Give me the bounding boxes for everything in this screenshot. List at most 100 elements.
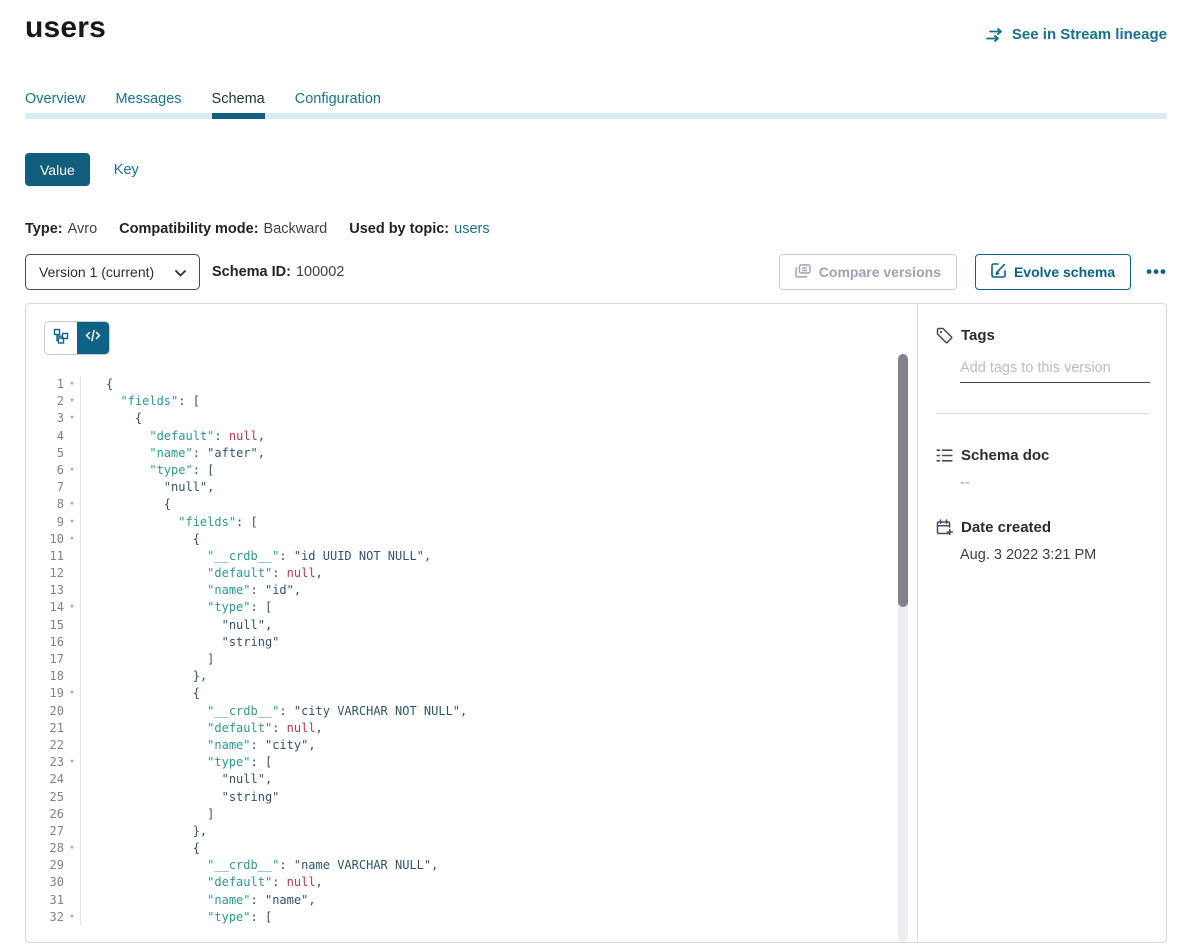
line-number: 11 <box>26 548 64 565</box>
fold-arrow-icon[interactable]: ▾ <box>64 909 81 926</box>
schema-type: Type: Avro <box>25 221 97 237</box>
code-line: 19▾ { <box>26 685 917 702</box>
fold-spacer <box>64 565 81 582</box>
code-text: "name": "id", <box>81 582 301 599</box>
line-number: 15 <box>26 617 64 634</box>
line-number: 9 <box>26 514 64 531</box>
fold-arrow-icon[interactable]: ▾ <box>64 840 81 857</box>
editor-scrollbar-thumb[interactable] <box>898 354 908 607</box>
fold-arrow-icon[interactable]: ▾ <box>64 393 81 410</box>
schema-meta-row: Type: Avro Compatibility mode: Backward … <box>25 221 1167 237</box>
schema-id-label: Schema ID: <box>212 264 291 280</box>
fold-spacer <box>64 651 81 668</box>
code-text: "__crdb__": "name VARCHAR NULL", <box>81 857 438 874</box>
schema-doc-heading: Schema doc <box>936 447 1149 464</box>
compare-versions-button[interactable]: Compare versions <box>779 254 957 290</box>
code-text: "null", <box>81 479 214 496</box>
fold-spacer <box>64 823 81 840</box>
code-line: 4 "default": null, <box>26 428 917 445</box>
line-number: 12 <box>26 565 64 582</box>
fold-arrow-icon[interactable]: ▾ <box>64 531 81 548</box>
line-number: 21 <box>26 720 64 737</box>
fold-arrow-icon[interactable]: ▾ <box>64 376 81 393</box>
tree-view-button[interactable] <box>45 322 77 354</box>
code-text: "__crdb__": "city VARCHAR NOT NULL", <box>81 703 467 720</box>
line-number: 2 <box>26 393 64 410</box>
code-text: "null", <box>81 617 272 634</box>
fold-arrow-icon[interactable]: ▾ <box>64 496 81 513</box>
compare-versions-icon <box>795 264 811 281</box>
line-number: 3 <box>26 410 64 427</box>
fold-spacer <box>64 634 81 651</box>
code-text: ] <box>81 806 214 823</box>
fold-arrow-icon[interactable]: ▾ <box>64 599 81 616</box>
schema-doc-heading-label: Schema doc <box>961 447 1049 464</box>
code-line: 11 "__crdb__": "id UUID NOT NULL", <box>26 548 917 565</box>
code-text: { <box>81 410 142 427</box>
code-text: "type": [ <box>81 462 214 479</box>
fold-arrow-icon[interactable]: ▾ <box>64 514 81 531</box>
fold-arrow-icon[interactable]: ▾ <box>64 754 81 771</box>
fold-spacer <box>64 548 81 565</box>
line-number: 6 <box>26 462 64 479</box>
version-select[interactable]: Version 1 (current) <box>25 254 200 290</box>
code-text: "__crdb__": "id UUID NOT NULL", <box>81 548 431 565</box>
value-toggle-button[interactable]: Value <box>25 153 90 186</box>
line-number: 29 <box>26 857 64 874</box>
code-text: "string" <box>81 634 279 651</box>
tags-heading-label: Tags <box>961 327 995 344</box>
schema-page: users See in Stream lineage Overview Mes… <box>0 10 1189 943</box>
tab-messages[interactable]: Messages <box>115 91 181 119</box>
fold-spacer <box>64 874 81 891</box>
code-text: { <box>81 376 113 393</box>
code-line: 30 "default": null, <box>26 874 917 891</box>
code-line: 22 "name": "city", <box>26 737 917 754</box>
line-number: 10 <box>26 531 64 548</box>
schema-sidebar: Tags Schema doc -- <box>917 304 1166 942</box>
fold-spacer <box>64 720 81 737</box>
fold-spacer <box>64 668 81 685</box>
add-tags-input[interactable] <box>960 358 1150 383</box>
sidebar-divider <box>936 413 1149 414</box>
tree-view-icon <box>53 328 69 349</box>
used-by-topic-label: Used by topic: <box>349 221 449 237</box>
topic-link[interactable]: users <box>454 221 489 237</box>
see-in-stream-lineage-link[interactable]: See in Stream lineage <box>986 26 1167 43</box>
fold-arrow-icon[interactable]: ▾ <box>64 685 81 702</box>
compatibility-value: Backward <box>264 221 328 237</box>
code-text: "default": null, <box>81 565 323 582</box>
evolve-schema-button[interactable]: Evolve schema <box>975 254 1131 290</box>
date-created-heading-label: Date created <box>961 519 1051 536</box>
key-toggle-button[interactable]: Key <box>114 162 139 178</box>
schema-id-value: 100002 <box>296 264 344 280</box>
tab-overview[interactable]: Overview <box>25 91 85 119</box>
tab-configuration[interactable]: Configuration <box>295 91 381 119</box>
code-text: "fields": [ <box>81 514 258 531</box>
fold-spacer <box>64 806 81 823</box>
fold-arrow-icon[interactable]: ▾ <box>64 410 81 427</box>
fold-spacer <box>64 617 81 634</box>
code-lines: 1▾{2▾ "fields": [3▾ {4 "default": null,5… <box>26 376 917 926</box>
code-text: "type": [ <box>81 754 272 771</box>
code-line: 25 "string" <box>26 789 917 806</box>
line-number: 30 <box>26 874 64 891</box>
code-text: "type": [ <box>81 909 272 926</box>
fold-spacer <box>64 892 81 909</box>
fold-arrow-icon[interactable]: ▾ <box>64 462 81 479</box>
schema-doc-value: -- <box>960 475 1149 491</box>
schema-editor: 1▾{2▾ "fields": [3▾ {4 "default": null,5… <box>26 304 917 942</box>
more-options-button[interactable]: ••• <box>1146 267 1167 277</box>
tab-schema[interactable]: Schema <box>212 91 265 119</box>
code-view-button[interactable] <box>77 322 109 354</box>
line-number: 19 <box>26 685 64 702</box>
version-toolbar: Version 1 (current) Schema ID: 100002 Co… <box>25 254 1167 290</box>
editor-view-toggle <box>45 322 109 354</box>
fold-spacer <box>64 857 81 874</box>
code-line: 23▾ "type": [ <box>26 754 917 771</box>
editor-scrollbar-track <box>898 354 908 942</box>
code-line: 16 "string" <box>26 634 917 651</box>
line-number: 8 <box>26 496 64 513</box>
tag-icon <box>936 327 953 344</box>
date-created-value: Aug. 3 2022 3:21 PM <box>960 547 1149 563</box>
line-number: 25 <box>26 789 64 806</box>
